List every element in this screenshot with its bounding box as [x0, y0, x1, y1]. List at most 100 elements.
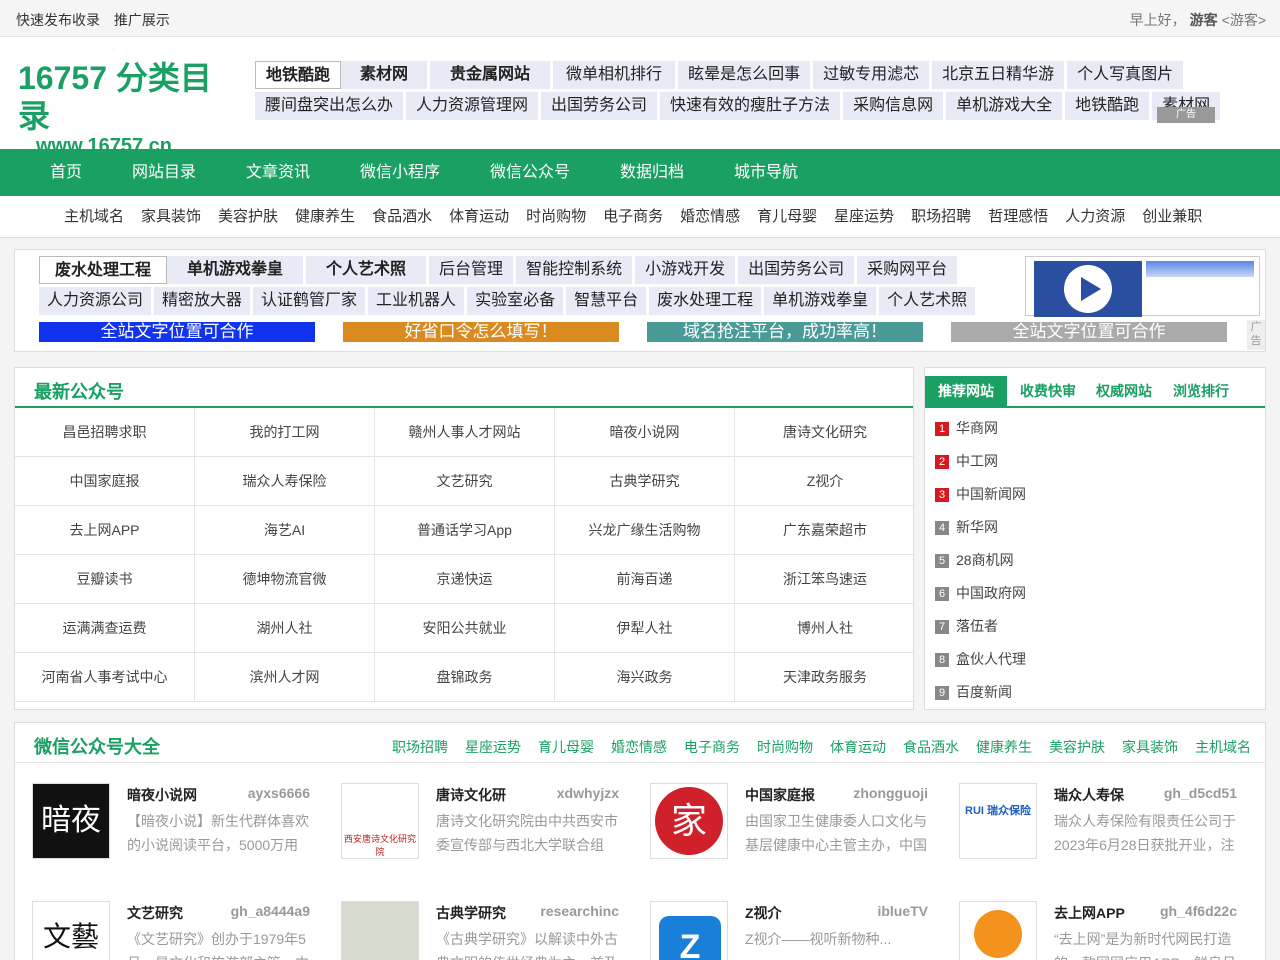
account-link[interactable]: 广东嘉荣超市 — [735, 506, 915, 555]
wechat-card[interactable]: 去上网APP gh_4f6d22c “去上网”是为新时代网民打造的一款网网应用APP… — [959, 901, 1249, 960]
header-ad-link[interactable]: 个人写真图片 — [1067, 61, 1184, 89]
ranking-item[interactable]: 3 中国新闻网 — [935, 484, 1026, 504]
header-ad-link[interactable]: 地铁酷跑 — [255, 61, 342, 89]
wechat-category-link[interactable]: 食品酒水 — [903, 737, 959, 757]
ad-link[interactable]: 单机游戏拳皇 — [764, 287, 880, 315]
category-link[interactable]: 体育运动 — [449, 196, 509, 238]
account-link[interactable]: Z视介 — [735, 457, 915, 506]
tab-recommended[interactable]: 推荐网站 — [925, 376, 1007, 406]
header-ad-link[interactable]: 贵金属网站 — [430, 61, 554, 89]
ranking-item[interactable]: 9 百度新闻 — [935, 682, 1012, 702]
account-link[interactable]: 海艺AI — [195, 506, 375, 555]
wechat-card[interactable]: 文藝文艺研究 gh_a8444a9 《文艺研究》创办于1979年5月，是文化和旅游部… — [32, 901, 322, 960]
header-ad-link[interactable]: 微单相机排行 — [553, 61, 679, 89]
account-link[interactable]: 昌邑招聘求职 — [15, 408, 195, 457]
ad-link[interactable]: 精密放大器 — [154, 287, 254, 315]
header-ad-link[interactable]: 人力资源管理网 — [406, 92, 542, 120]
ad-link[interactable]: 采购网平台 — [857, 256, 958, 284]
ranking-item[interactable]: 1 华商网 — [935, 418, 998, 438]
category-link[interactable]: 健康养生 — [295, 196, 355, 238]
wechat-category-link[interactable]: 美容护肤 — [1049, 737, 1105, 757]
category-link[interactable]: 人力资源 — [1065, 196, 1125, 238]
account-link[interactable]: 赣州人事人才网站 — [375, 408, 555, 457]
ad-link[interactable]: 工业机器人 — [368, 287, 468, 315]
account-link[interactable]: 豆瓣读书 — [15, 555, 195, 604]
ranking-item[interactable]: 4 新华网 — [935, 517, 998, 537]
ad-link[interactable]: 出国劳务公司 — [738, 256, 858, 284]
tab-views[interactable]: 浏览排行 — [1160, 376, 1242, 406]
ranking-item[interactable]: 7 落伍者 — [935, 616, 998, 636]
ad-link[interactable]: 小游戏开发 — [635, 256, 739, 284]
account-link[interactable]: 我的打工网 — [195, 408, 375, 457]
text-banner[interactable]: 好省口令怎么填写！ — [343, 322, 619, 342]
ad-link[interactable]: 认证鹤管厂家 — [253, 287, 369, 315]
user-tag[interactable]: <游客> — [1222, 12, 1266, 28]
account-avatar[interactable] — [959, 901, 1037, 960]
account-avatar[interactable] — [341, 901, 419, 960]
wechat-category-link[interactable]: 婚恋情感 — [611, 737, 667, 757]
header-ad-link[interactable]: 出国劳务公司 — [541, 92, 661, 120]
ranking-item[interactable]: 6 中国政府网 — [935, 583, 1026, 603]
nav-archive[interactable]: 数据归档 — [620, 149, 684, 196]
ad-label[interactable]: 广告 — [1157, 107, 1215, 123]
header-ad-link[interactable]: 北京五日精华游 — [932, 61, 1068, 89]
account-link[interactable]: 天津政务服务 — [735, 653, 915, 702]
video-ad[interactable] — [1025, 256, 1260, 317]
wechat-category-link[interactable]: 健康养生 — [976, 737, 1032, 757]
category-link[interactable]: 美容护肤 — [218, 196, 278, 238]
account-link[interactable]: 前海百递 — [555, 555, 735, 604]
account-link[interactable]: 文艺研究 — [375, 457, 555, 506]
account-name[interactable]: 中国家庭报 — [745, 785, 815, 805]
wechat-category-link[interactable]: 电子商务 — [684, 737, 740, 757]
nav-mini-programs[interactable]: 微信小程序 — [360, 149, 440, 196]
account-name[interactable]: 去上网APP — [1054, 903, 1125, 923]
wechat-card[interactable]: 西安唐诗文化研究院 唐诗文化研 xdwhyjzx 唐诗文化研究院由中共西安市委宣传部与… — [341, 783, 631, 883]
ad-link[interactable]: 智能控制系统 — [516, 256, 636, 284]
nav-wechat-accounts[interactable]: 微信公众号 — [490, 149, 570, 196]
video-thumbnail[interactable] — [1034, 261, 1142, 317]
category-link[interactable]: 电子商务 — [603, 196, 663, 238]
category-link[interactable]: 家具装饰 — [141, 196, 201, 238]
text-banner[interactable]: 全站文字位置可合作 — [39, 322, 315, 342]
nav-articles[interactable]: 文章资讯 — [246, 149, 310, 196]
account-avatar[interactable]: RUI 瑞众保险 — [959, 783, 1037, 859]
account-link[interactable]: 湖州人社 — [195, 604, 375, 653]
site-logo[interactable]: 16757 分类目录 www.16757.cn — [18, 59, 218, 159]
account-avatar[interactable]: 西安唐诗文化研究院 — [341, 783, 419, 859]
account-name[interactable]: 暗夜小说网 — [127, 785, 197, 805]
text-banner[interactable]: 全站文字位置可合作 — [951, 322, 1227, 342]
account-link[interactable]: 滨州人才网 — [195, 653, 375, 702]
account-name[interactable]: 瑞众人寿保 — [1054, 785, 1124, 805]
account-link[interactable]: 德坤物流官微 — [195, 555, 375, 604]
account-link[interactable]: 去上网APP — [15, 506, 195, 555]
account-avatar[interactable]: 暗夜 — [32, 783, 110, 859]
category-link[interactable]: 食品酒水 — [372, 196, 432, 238]
ranking-item[interactable]: 2 中工网 — [935, 451, 998, 471]
account-link[interactable]: 安阳公共就业 — [375, 604, 555, 653]
ad-link[interactable]: 单机游戏拳皇 — [167, 256, 307, 284]
header-ad-link[interactable]: 采购信息网 — [843, 92, 947, 120]
account-link[interactable]: 运满满查运费 — [15, 604, 195, 653]
wechat-card[interactable]: Z Z视介 iblueTV Z视介——视听新物种... — [650, 901, 940, 960]
account-link[interactable]: 盘锦政务 — [375, 653, 555, 702]
nav-directory[interactable]: 网站目录 — [132, 149, 196, 196]
tab-paid-review[interactable]: 收费快审 — [1007, 376, 1089, 406]
wechat-category-link[interactable]: 家具装饰 — [1122, 737, 1178, 757]
account-link[interactable]: 瑞众人寿保险 — [195, 457, 375, 506]
header-ad-link[interactable]: 单机游戏大全 — [946, 92, 1066, 120]
nav-city[interactable]: 城市导航 — [734, 149, 798, 196]
ad-link[interactable]: 实验室必备 — [467, 287, 567, 315]
wechat-category-link[interactable]: 星座运势 — [465, 737, 521, 757]
wechat-category-link[interactable]: 主机域名 — [1195, 737, 1251, 757]
account-link[interactable]: 古典学研究 — [555, 457, 735, 506]
ad-link[interactable]: 废水处理工程 — [39, 256, 168, 284]
account-link[interactable]: 京递快运 — [375, 555, 555, 604]
ad-link[interactable]: 个人艺术照 — [879, 287, 976, 315]
wechat-card[interactable]: 家 中国家庭报 zhongguoji 由国家卫生健康委人口文化与基层健康中心主管主办，… — [650, 783, 940, 883]
account-avatar[interactable]: 家 — [650, 783, 728, 859]
category-link[interactable]: 婚恋情感 — [680, 196, 740, 238]
account-link[interactable]: 浙江笨鸟速运 — [735, 555, 915, 604]
account-link[interactable]: 唐诗文化研究 — [735, 408, 915, 457]
category-link[interactable]: 创业兼职 — [1142, 196, 1202, 238]
account-link[interactable]: 普通话学习App — [375, 506, 555, 555]
